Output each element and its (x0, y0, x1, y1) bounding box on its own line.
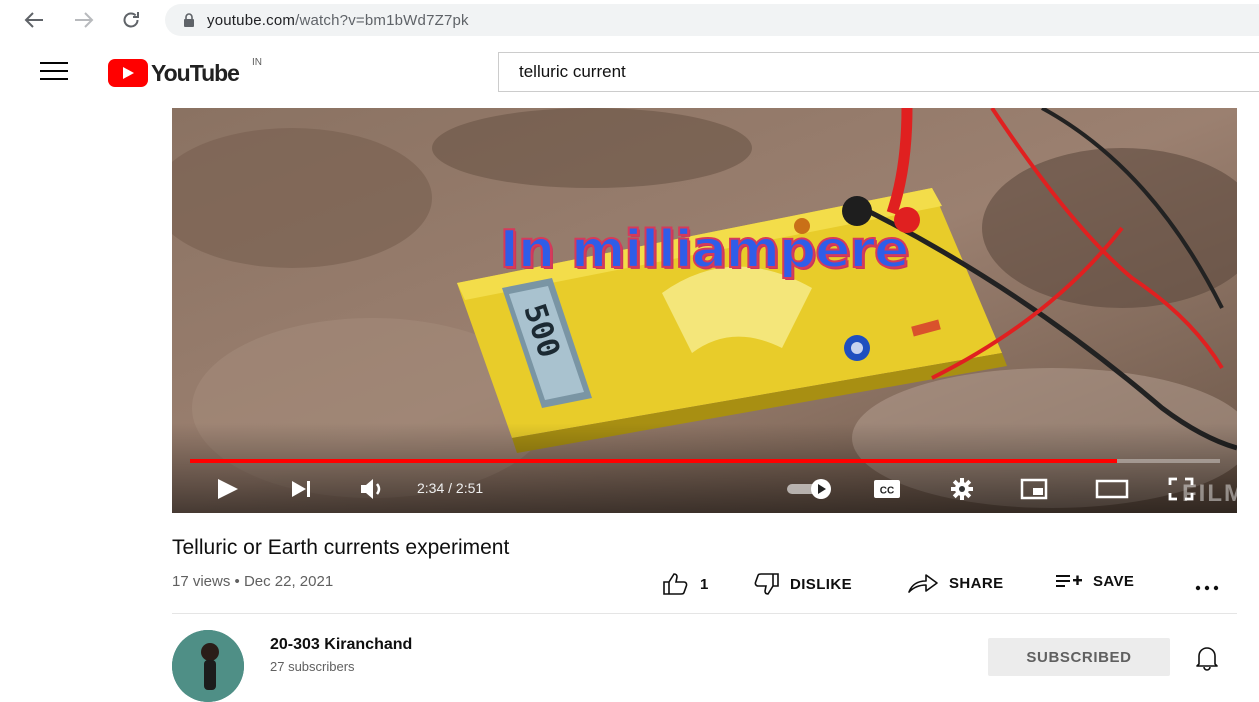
thumbs-down-icon (754, 573, 779, 595)
captions-button[interactable]: CC (870, 472, 904, 506)
save-button[interactable]: SAVE (1055, 572, 1134, 590)
volume-icon (361, 479, 381, 499)
lock-icon (184, 13, 194, 27)
like-button[interactable]: 1 (662, 572, 709, 596)
notification-bell-button[interactable] (1195, 645, 1219, 676)
theater-mode-button[interactable] (1092, 472, 1132, 506)
fullscreen-icon (1168, 477, 1194, 501)
subscribed-button[interactable]: SUBSCRIBED (988, 638, 1170, 676)
section-divider (172, 613, 1237, 614)
progress-bar-played (190, 459, 1117, 463)
address-bar[interactable]: youtube.com/watch?v=bm1bWd7Z7pk (165, 4, 1259, 36)
country-code: IN (252, 57, 262, 68)
channel-name[interactable]: 20-303 Kiranchand (270, 636, 412, 654)
controls-gradient (172, 423, 1237, 513)
save-label: SAVE (1093, 572, 1135, 590)
more-horizontal-icon (1195, 585, 1219, 591)
search-query: telluric current (519, 62, 626, 81)
video-player[interactable]: 500 In milliampere 2:34 / 2:51 CC FILMIG… (172, 108, 1237, 513)
back-button[interactable] (20, 6, 48, 34)
play-button[interactable] (210, 472, 244, 506)
miniplayer-button[interactable] (1017, 472, 1051, 506)
url-domain: youtube.com (207, 11, 296, 29)
hamburger-menu-icon[interactable] (40, 62, 68, 80)
search-input[interactable]: telluric current (498, 52, 1259, 92)
theater-mode-icon (1095, 479, 1129, 499)
url-path: /watch?v=bm1bWd7Z7pk (295, 11, 469, 29)
like-count: 1 (700, 575, 709, 593)
subscriber-count: 27 subscribers (270, 659, 355, 674)
closed-captions-icon: CC (874, 480, 900, 498)
autoplay-toggle-icon (787, 479, 831, 499)
channel-avatar[interactable] (172, 630, 244, 702)
mute-button[interactable] (356, 472, 390, 506)
dislike-label: DISLIKE (790, 575, 852, 593)
play-icon (218, 479, 238, 499)
thumbs-up-icon (663, 573, 688, 595)
bell-icon (1196, 647, 1218, 671)
browser-toolbar: youtube.com/watch?v=bm1bWd7Z7pk (0, 0, 1259, 40)
miniplayer-icon (1020, 478, 1048, 500)
reload-button[interactable] (117, 6, 145, 34)
settings-button[interactable] (945, 472, 979, 506)
autoplay-toggle[interactable] (784, 472, 836, 506)
share-arrow-icon (908, 574, 938, 593)
fullscreen-button[interactable] (1164, 472, 1198, 506)
arrow-right-icon (75, 12, 94, 28)
forward-button[interactable] (70, 6, 98, 34)
arrow-left-icon (24, 12, 43, 28)
time-display: 2:34 / 2:51 (417, 480, 484, 496)
gear-icon (951, 478, 973, 500)
youtube-header: YouTube IN telluric current (0, 40, 1259, 100)
video-view-date: 17 views • Dec 22, 2021 (172, 573, 334, 590)
avatar-person-icon (172, 630, 244, 702)
reload-icon (123, 12, 139, 28)
dislike-button[interactable]: DISLIKE (752, 572, 852, 596)
video-title: Telluric or Earth currents experiment (172, 536, 510, 559)
youtube-logo[interactable]: YouTube IN (108, 57, 262, 87)
progress-bar[interactable] (190, 459, 1220, 463)
share-label: SHARE (949, 574, 1004, 592)
next-icon (292, 481, 310, 497)
url-text: youtube.com/watch?v=bm1bWd7Z7pk (207, 12, 469, 29)
youtube-wordmark: YouTube (151, 59, 240, 86)
more-actions-button[interactable] (1194, 574, 1230, 594)
youtube-play-logo-icon (108, 59, 148, 87)
svg-text:CC: CC (880, 486, 894, 497)
share-button[interactable]: SHARE (907, 572, 1004, 594)
playlist-add-icon (1056, 575, 1082, 587)
next-button[interactable] (284, 472, 318, 506)
